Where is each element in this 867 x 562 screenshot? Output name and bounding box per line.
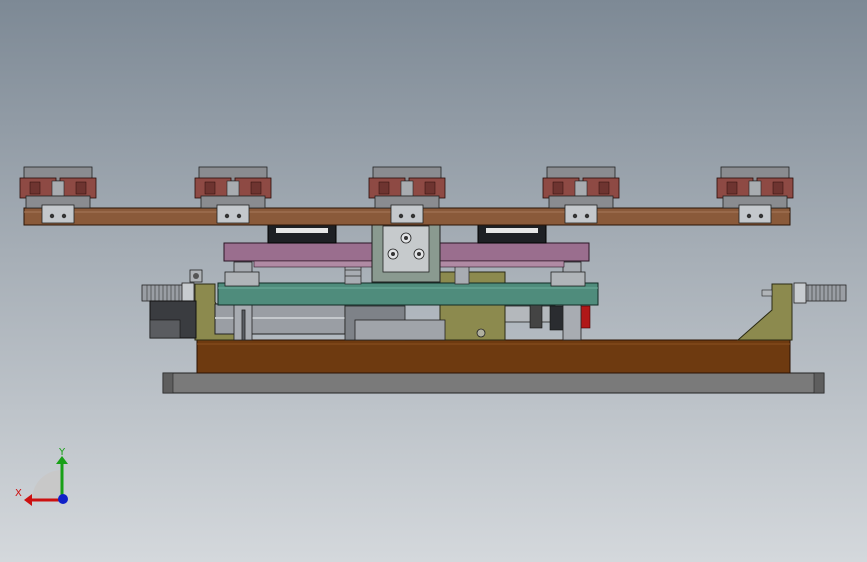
green-plate[interactable]: [217, 282, 599, 306]
assembly-front-view[interactable]: Y X: [0, 0, 867, 562]
triad-plane-icon: [32, 470, 62, 500]
coordinate-triad: Y X: [15, 447, 68, 506]
left-adjust-screw[interactable]: [141, 269, 203, 304]
triad-x-label: X: [15, 488, 22, 499]
left-linear-rail[interactable]: [267, 223, 337, 244]
center-mount-block[interactable]: [371, 223, 441, 283]
triad-y-label: Y: [58, 447, 66, 458]
cad-viewport[interactable]: Y X: [0, 0, 867, 562]
central-housing[interactable]: [439, 271, 506, 341]
right-linear-rail[interactable]: [477, 223, 547, 244]
triad-z-axis: [58, 494, 68, 504]
base-plate[interactable]: [162, 372, 825, 394]
base-block[interactable]: [196, 339, 791, 374]
